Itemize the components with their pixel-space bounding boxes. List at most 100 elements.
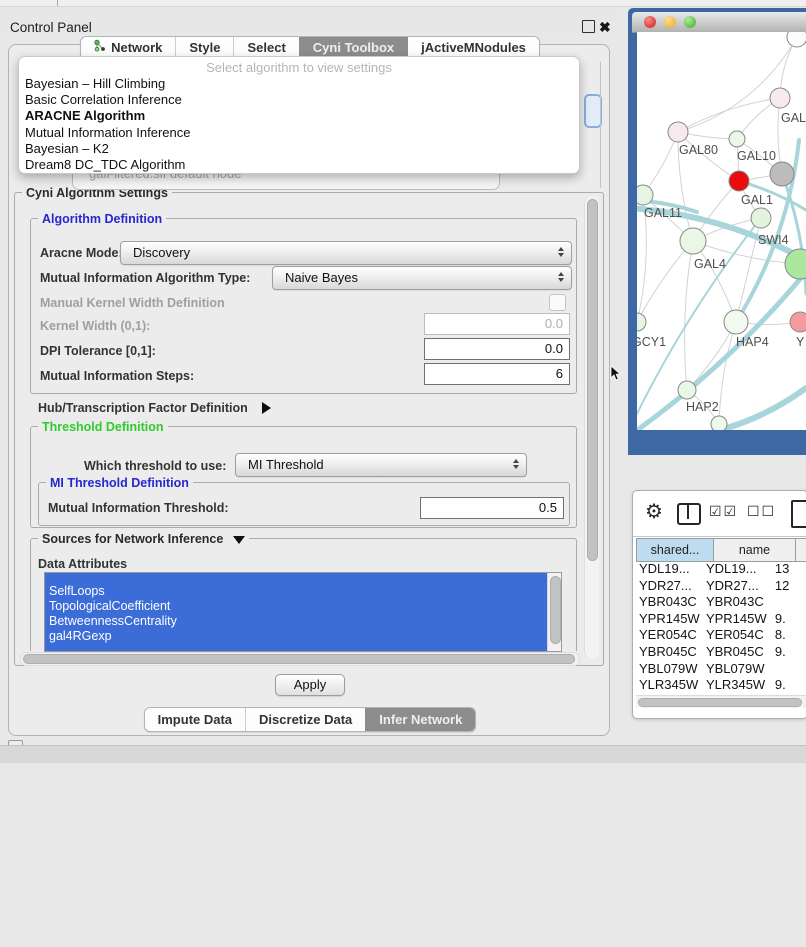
algorithm-item-basic-correlation-inference[interactable]: Basic Correlation Inference	[19, 92, 579, 108]
table-header-row: shared...name	[636, 538, 806, 562]
mi-type-select[interactable]: Naive Bayes	[272, 266, 572, 290]
close-traffic-icon[interactable]	[644, 16, 656, 28]
list-vscrollbar[interactable]	[547, 573, 561, 651]
deselect-all-icon[interactable]: ☐☐	[747, 503, 776, 520]
mi-threshold-field[interactable]: 0.5	[420, 497, 564, 519]
apply-button[interactable]: Apply	[275, 674, 345, 696]
node-hap2[interactable]	[678, 381, 696, 399]
popup-header: Select algorithm to view settings	[19, 59, 579, 76]
bottom-tab-label: Impute Data	[158, 709, 232, 731]
algorithm-item-bayesian-hill-climbing[interactable]: Bayesian – Hill Climbing	[19, 76, 579, 92]
node-label-gal: GAL	[781, 111, 806, 125]
kernel-width-label: Kernel Width (0,1):	[40, 319, 150, 333]
gear-icon[interactable]: ⚙	[645, 499, 663, 524]
table-cell: 13	[771, 561, 806, 578]
node-gal10[interactable]	[729, 131, 745, 147]
table-cell: 8.	[771, 627, 806, 644]
node-gal-pink[interactable]	[770, 88, 790, 108]
table-cell: YBR045C	[636, 644, 700, 661]
table-row[interactable]: YBR043CYBR043C	[636, 594, 806, 611]
bottom-tab-impute-data[interactable]: Impute Data	[145, 708, 245, 731]
bottom-tab-infer-network[interactable]: Infer Network	[365, 708, 475, 731]
node-label-gal11: GAL11	[644, 206, 682, 220]
mi-type-label: Mutual Information Algorithm Type:	[40, 271, 250, 285]
stepper-icon	[558, 247, 564, 257]
float-panel-icon[interactable]	[582, 20, 595, 33]
minimize-traffic-icon[interactable]	[664, 16, 676, 28]
node-gcy1[interactable]	[637, 313, 646, 331]
settings-vscrollbar-thumb[interactable]	[587, 199, 598, 561]
column-header-name[interactable]: name	[714, 539, 796, 561]
node-gal80[interactable]	[668, 122, 688, 142]
mi-steps-field[interactable]: 6	[424, 363, 570, 385]
cyni-mode-tabs: Impute Data Discretize Data Infer Network	[144, 707, 477, 732]
node-label-gal1: GAL1	[741, 193, 773, 207]
which-threshold-select[interactable]: MI Threshold	[235, 453, 527, 477]
node-bottom-green[interactable]	[711, 416, 727, 430]
table-row[interactable]: YBR045CYBR045C9.	[636, 644, 806, 661]
sources-title[interactable]: Sources for Network Inference	[38, 532, 249, 546]
settings-hscrollbar-thumb[interactable]	[23, 654, 575, 664]
network-view-window[interactable]: GALGAL80GAL10GAL1GAL11SWI4GAL4GCY1HAP4YH…	[628, 8, 806, 455]
network-canvas[interactable]: GALGAL80GAL10GAL1GAL11SWI4GAL4GCY1HAP4YH…	[637, 32, 806, 430]
document-icon[interactable]	[791, 500, 806, 528]
attribute-item-gal4rgexp[interactable]: gal4RGexp	[49, 629, 112, 644]
node-gal1-red[interactable]	[729, 171, 749, 191]
bottom-tab-discretize-data[interactable]: Discretize Data	[245, 708, 365, 731]
network-window-titlebar[interactable]	[632, 12, 806, 33]
manual-kernel-checkbox[interactable]	[549, 294, 566, 311]
node-gal4[interactable]	[680, 228, 706, 254]
node-hap4[interactable]	[724, 310, 748, 334]
hub-definition-label: Hub/Transcription Factor Definition	[38, 401, 248, 415]
node-unlabeled-top[interactable]	[787, 32, 806, 47]
table-row[interactable]: YPR145WYPR145W9.	[636, 611, 806, 628]
table-cell: YBR043C	[700, 594, 771, 611]
table-row[interactable]: YBL079WYBL079W	[636, 661, 806, 678]
hub-definition-toggle[interactable]: Hub/Transcription Factor Definition	[38, 399, 271, 417]
bottom-tab-label: Discretize Data	[259, 709, 352, 731]
table-hscrollbar-thumb[interactable]	[638, 698, 802, 707]
table-row[interactable]: YLR345WYLR345W9.	[636, 677, 806, 694]
aracne-mode-select[interactable]: Discovery	[120, 241, 572, 265]
node-gray[interactable]	[770, 162, 794, 186]
algorithm-item-bayesian-k2[interactable]: Bayesian – K2	[19, 141, 579, 157]
stepper-icon	[558, 272, 564, 282]
select-all-icon[interactable]: ☑☑	[709, 503, 738, 520]
table-cell: 9.	[771, 644, 806, 661]
sources-title-text: Sources for Network Inference	[42, 532, 223, 546]
node-salmon[interactable]	[790, 312, 806, 332]
attribute-item-betweennesscentrality[interactable]: BetweennessCentrality	[49, 614, 177, 629]
which-threshold-label: Which threshold to use:	[84, 459, 226, 473]
data-attributes-list[interactable]: SelfLoopsTopologicalCoefficientBetweenne…	[44, 572, 562, 652]
top-strip	[0, 0, 806, 7]
algorithm-definition-title: Algorithm Definition	[38, 212, 166, 226]
column-header-extra[interactable]	[796, 539, 806, 561]
network-edge	[678, 37, 797, 132]
dpi-tolerance-field[interactable]: 0.0	[424, 338, 570, 360]
table-row[interactable]: YDR27...YDR27...12	[636, 578, 806, 595]
settings-vscrollbar[interactable]	[584, 196, 599, 658]
algorithm-item-mutual-information-inference[interactable]: Mutual Information Inference	[19, 125, 579, 141]
network-edge	[637, 241, 693, 322]
table-hscrollbar[interactable]	[636, 695, 806, 708]
table-row[interactable]: YER054CYER054C8.	[636, 627, 806, 644]
kernel-width-field[interactable]: 0.0	[424, 313, 570, 335]
table-cell: YBL079W	[636, 661, 700, 678]
table-row[interactable]: YDL19...YDL19...13	[636, 561, 806, 578]
attribute-item-selfloops[interactable]: SelfLoops	[49, 584, 105, 599]
which-threshold-value: MI Threshold	[248, 454, 324, 476]
attribute-item-topologicalcoefficient[interactable]: TopologicalCoefficient	[49, 599, 170, 614]
node-label-gcy1: GCY1	[637, 335, 666, 349]
table-cell: YLR345W	[700, 677, 771, 694]
node-gal11[interactable]	[637, 185, 653, 205]
zoom-traffic-icon[interactable]	[684, 16, 696, 28]
list-vscrollbar-thumb[interactable]	[550, 576, 561, 644]
algorithm-item-dream8-dc-tdc-algorithm[interactable]: Dream8 DC_TDC Algorithm	[19, 157, 579, 173]
split-columns-icon[interactable]	[677, 503, 701, 525]
node-swi4[interactable]	[751, 208, 771, 228]
settings-hscrollbar[interactable]	[20, 652, 580, 666]
column-header-shared[interactable]: shared...	[637, 539, 714, 561]
algorithm-item-aracne-algorithm[interactable]: ARACNE Algorithm	[19, 108, 579, 124]
algorithm-list: Bayesian – Hill ClimbingBasic Correlatio…	[19, 76, 579, 173]
table-cell: YER054C	[700, 627, 771, 644]
